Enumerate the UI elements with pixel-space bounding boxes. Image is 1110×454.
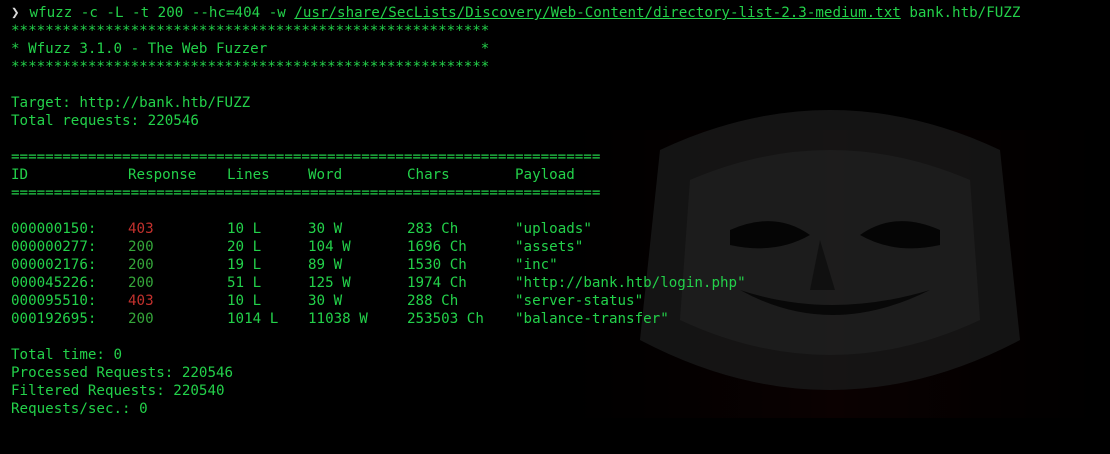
result-lines: 19 L — [227, 257, 262, 273]
result-chars: 1974 Ch — [407, 275, 467, 291]
result-row: 000095510: 403 10 L 30 W 288 Ch "server-… — [11, 292, 1110, 310]
banner-line-1: ****************************************… — [11, 23, 490, 39]
header-word: Word — [308, 167, 343, 183]
result-lines: 51 L — [227, 275, 262, 291]
result-lines: 20 L — [227, 239, 262, 255]
terminal-output[interactable]: ❯ wfuzz -c -L -t 200 --hc=404 -w /usr/sha… — [11, 4, 1110, 418]
result-words: 30 W — [308, 293, 343, 309]
result-response-code: 200 — [128, 239, 154, 255]
header-response: Response — [128, 167, 197, 183]
result-response-code: 403 — [128, 221, 154, 237]
result-id: 000192695: — [11, 311, 97, 327]
separator-top: ========================================… — [11, 149, 601, 165]
result-chars: 1530 Ch — [407, 257, 467, 273]
result-words: 104 W — [308, 239, 351, 255]
header-lines: Lines — [227, 167, 270, 183]
result-payload: "http://bank.htb/login.php" — [515, 275, 746, 291]
result-id: 000045226: — [11, 275, 97, 291]
result-lines: 1014 L — [227, 311, 279, 327]
separator-bottom: ========================================… — [11, 185, 601, 201]
result-id: 000002176: — [11, 257, 97, 273]
result-chars: 1696 Ch — [407, 239, 467, 255]
result-payload: "balance-transfer" — [515, 311, 669, 327]
result-lines: 10 L — [227, 221, 262, 237]
header-payload: Payload — [515, 167, 575, 183]
result-id: 000000150: — [11, 221, 97, 237]
result-words: 125 W — [308, 275, 351, 291]
result-chars: 288 Ch — [407, 293, 459, 309]
result-words: 30 W — [308, 221, 343, 237]
result-response-code: 200 — [128, 257, 154, 273]
command-suffix: bank.htb/FUZZ — [900, 5, 1021, 21]
result-payload: "server-status" — [515, 293, 644, 309]
total-requests-line: Total requests: 220546 — [11, 113, 199, 129]
summary-requests-per-sec: Requests/sec.: 0 — [11, 401, 148, 417]
result-chars: 283 Ch — [407, 221, 459, 237]
result-id: 000095510: — [11, 293, 97, 309]
command-line: ❯ wfuzz -c -L -t 200 --hc=404 -w /usr/sha… — [11, 4, 1110, 22]
result-response-code: 200 — [128, 311, 154, 327]
result-chars: 253503 Ch — [407, 311, 484, 327]
result-payload: "uploads" — [515, 221, 592, 237]
result-row: 000192695: 200 1014 L 11038 W 253503 Ch … — [11, 310, 1110, 328]
result-row: 000000277: 200 20 L 104 W 1696 Ch "asset… — [11, 238, 1110, 256]
result-payload: "inc" — [515, 257, 558, 273]
result-row: 000002176: 200 19 L 89 W 1530 Ch "inc" — [11, 256, 1110, 274]
result-payload: "assets" — [515, 239, 584, 255]
summary-filtered-requests: Filtered Requests: 220540 — [11, 383, 225, 399]
result-response-code: 200 — [128, 275, 154, 291]
banner-line-3: ****************************************… — [11, 59, 490, 75]
result-lines: 10 L — [227, 293, 262, 309]
command-wordlist-path: /usr/share/SecLists/Discovery/Web-Conten… — [294, 5, 901, 21]
result-words: 89 W — [308, 257, 343, 273]
summary-processed-requests: Processed Requests: 220546 — [11, 365, 234, 381]
target-line: Target: http://bank.htb/FUZZ — [11, 95, 251, 111]
result-row: 000045226: 200 51 L 125 W 1974 Ch "http:… — [11, 274, 1110, 292]
result-response-code: 403 — [128, 293, 154, 309]
result-row: 000000150: 403 10 L 30 W 283 Ch "uploads… — [11, 220, 1110, 238]
banner-line-2: * Wfuzz 3.1.0 - The Web Fuzzer * — [11, 41, 490, 57]
command-prefix: wfuzz -c -L -t 200 --hc=404 -w — [29, 5, 295, 21]
header-chars: Chars — [407, 167, 450, 183]
header-id: ID — [11, 167, 29, 183]
prompt-symbol: ❯ — [11, 5, 20, 21]
result-words: 11038 W — [308, 311, 368, 327]
result-id: 000000277: — [11, 239, 97, 255]
summary-total-time: Total time: 0 — [11, 347, 123, 363]
results-header: ID Response Lines Word Chars Payload — [11, 166, 1110, 184]
